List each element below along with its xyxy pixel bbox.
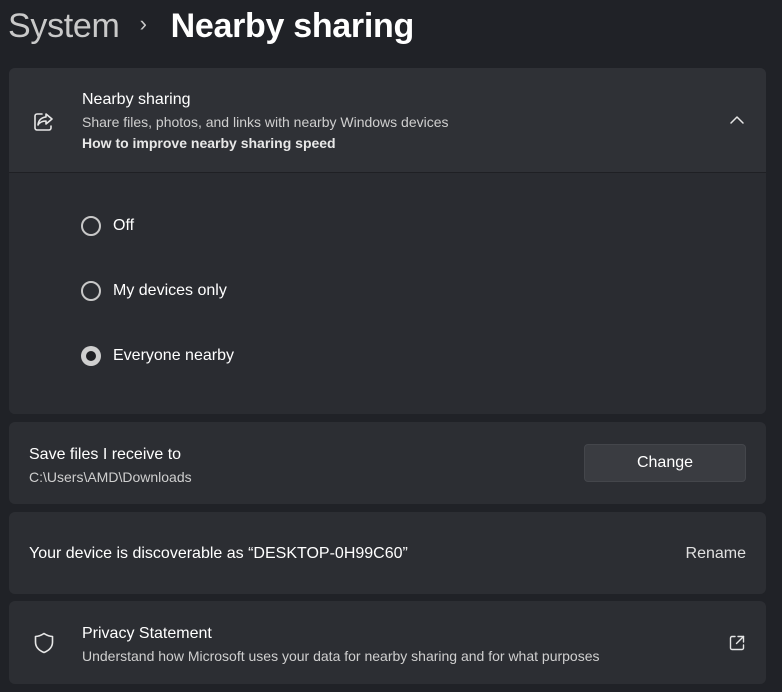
change-button[interactable]: Change	[584, 444, 746, 482]
radio-button[interactable]	[81, 216, 101, 236]
breadcrumb: System › Nearby sharing	[8, 0, 414, 52]
external-link-icon[interactable]	[727, 633, 747, 653]
device-name-text: Your device is discoverable as “DESKTOP-…	[29, 545, 408, 562]
share-icon	[31, 108, 57, 134]
radio-everyone[interactable]: Everyone nearby	[81, 346, 234, 366]
nearby-sharing-options: Off My devices only Everyone nearby	[9, 173, 766, 414]
shield-icon	[31, 630, 57, 656]
privacy-card[interactable]: Privacy Statement Understand how Microso…	[9, 601, 766, 684]
radio-dot	[86, 351, 96, 361]
save-location-path: C:\Users\AMD\Downloads	[29, 469, 192, 485]
improve-speed-link[interactable]: How to improve nearby sharing speed	[82, 135, 336, 151]
privacy-title: Privacy Statement	[82, 625, 212, 642]
save-location-title: Save files I receive to	[29, 446, 182, 463]
nearby-sharing-header[interactable]: Nearby sharing Share files, photos, and …	[9, 68, 766, 173]
nearby-sharing-title: Nearby sharing	[82, 91, 191, 108]
page-title: Nearby sharing	[170, 6, 415, 45]
radio-label: My devices only	[113, 282, 227, 299]
rename-button[interactable]: Rename	[686, 545, 746, 563]
chevron-up-icon[interactable]	[725, 108, 749, 132]
radio-my-devices[interactable]: My devices only	[81, 281, 227, 301]
nearby-sharing-card: Nearby sharing Share files, photos, and …	[9, 68, 766, 414]
nearby-sharing-subtitle: Share files, photos, and links with near…	[82, 114, 449, 130]
save-location-card: Save files I receive to C:\Users\AMD\Dow…	[9, 422, 766, 504]
breadcrumb-system[interactable]: System	[8, 7, 120, 46]
discoverable-card: Your device is discoverable as “DESKTOP-…	[9, 512, 766, 594]
privacy-subtitle: Understand how Microsoft uses your data …	[82, 648, 600, 664]
breadcrumb-separator: ›	[139, 11, 147, 36]
radio-label: Off	[113, 217, 135, 234]
radio-button-selected[interactable]	[81, 346, 101, 366]
radio-off[interactable]: Off	[81, 216, 134, 236]
radio-label: Everyone nearby	[113, 347, 234, 364]
radio-button[interactable]	[81, 281, 101, 301]
